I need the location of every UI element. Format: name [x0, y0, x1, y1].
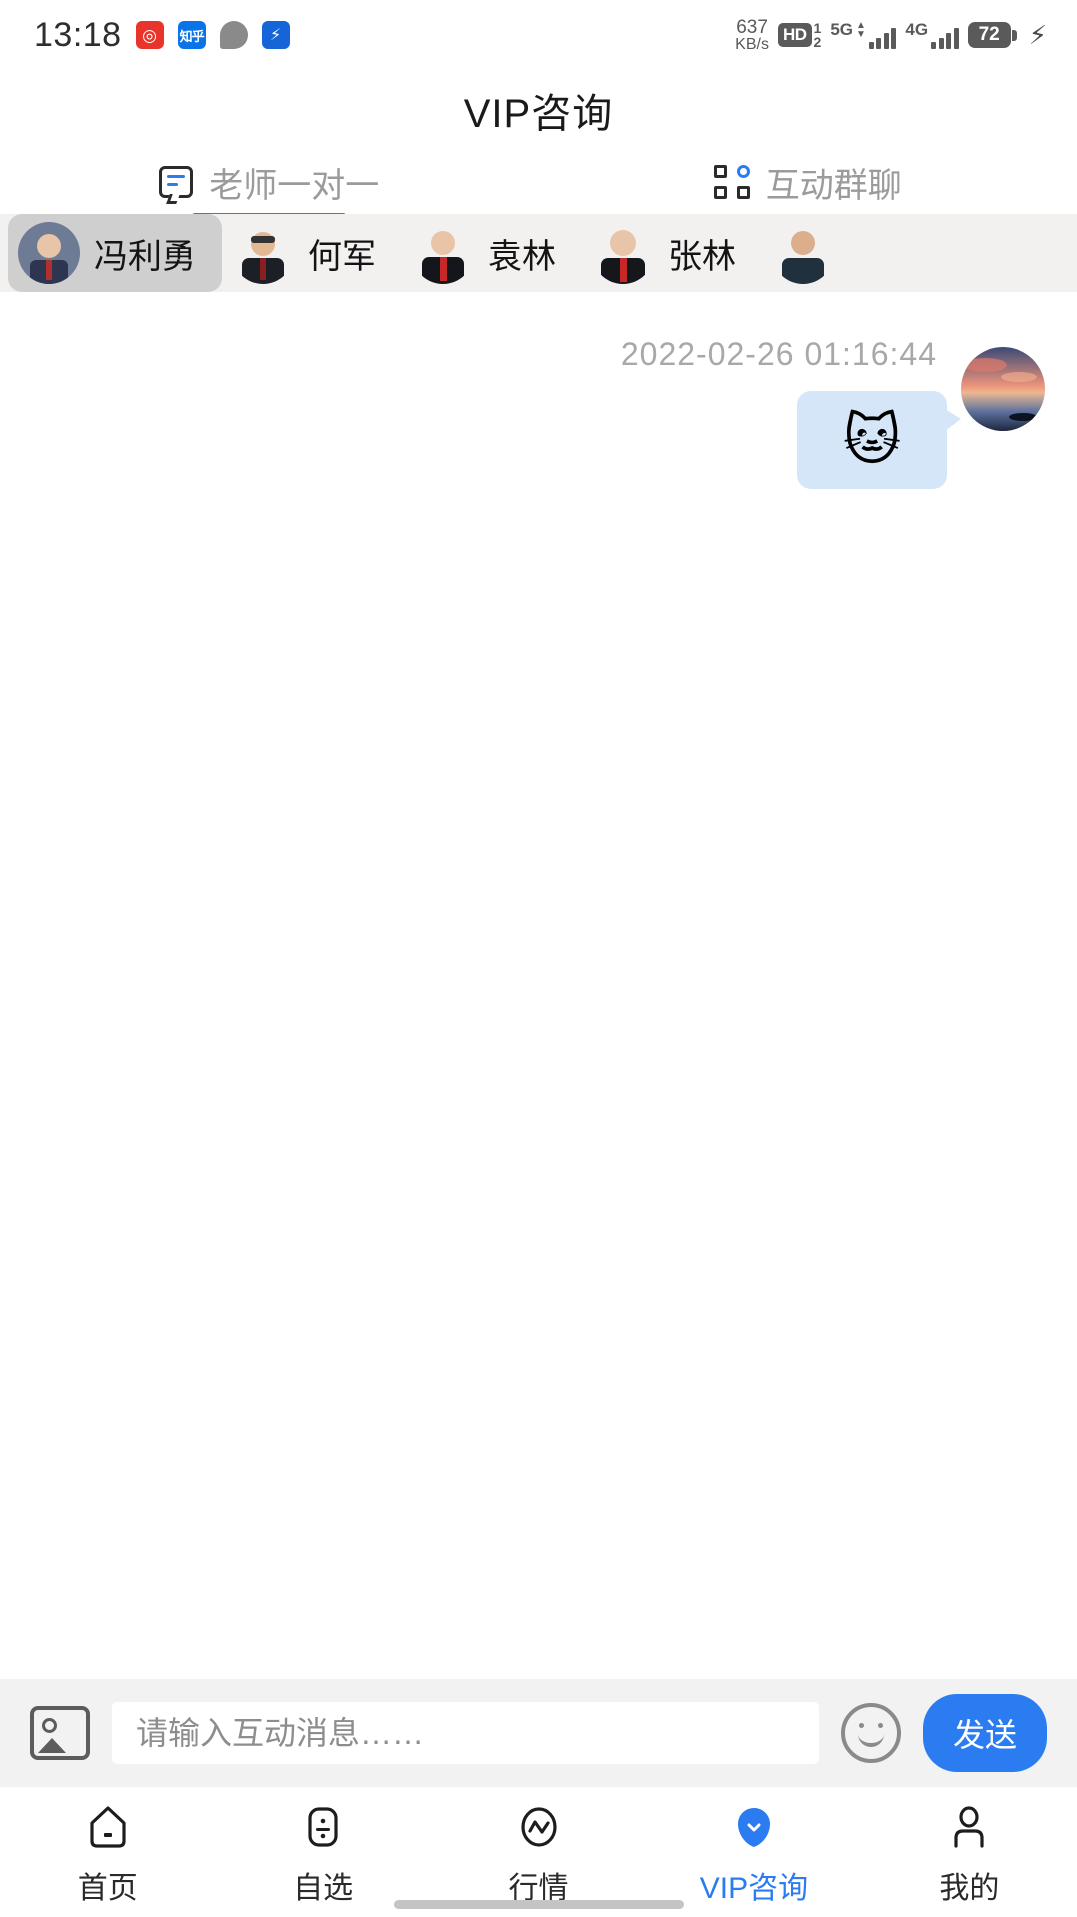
- tab-group-chat-label: 互动群聊: [765, 166, 902, 205]
- teacher-item-yuanlin[interactable]: 袁林: [402, 214, 582, 292]
- avatar: [772, 222, 834, 284]
- message-bubble[interactable]: 🐱: [797, 391, 961, 489]
- app-screen: 13:18 ◎ 知乎 ⚡ 637 KB/s HD 1 2 5G ▲ ▼ 4G 7…: [0, 0, 1077, 1917]
- teacher-name: 何军: [308, 237, 376, 276]
- signal-bars-5g-icon: [868, 27, 897, 49]
- page-header: VIP咨询: [0, 70, 1077, 150]
- nav-item-profile[interactable]: 我的: [862, 1803, 1077, 1907]
- vip-consult-icon: [730, 1803, 778, 1851]
- status-bar-right: 637 KB/s HD 1 2 5G ▲ ▼ 4G 72 ⚡: [735, 18, 1047, 53]
- tab-one-to-one-label: 老师一对一: [209, 166, 380, 205]
- nav-label-watchlist: 自选: [293, 1872, 354, 1905]
- teacher-item-partial[interactable]: [762, 214, 874, 292]
- zhihu-icon: 知乎: [177, 21, 206, 49]
- data-transfer-arrows-icon: ▲ ▼: [856, 20, 866, 40]
- bottom-navigation: 首页 自选 行情 VIP咨询 我的: [0, 1787, 1077, 1917]
- teacher-item-hejun[interactable]: 何军: [222, 214, 402, 292]
- hd-sim-indicator: 1 2: [814, 21, 822, 49]
- avatar: [232, 222, 294, 284]
- group-chat-icon: [713, 165, 750, 199]
- watchlist-icon: [299, 1803, 347, 1851]
- chat-message-list[interactable]: 2022-02-26 01:16:44 🐱: [0, 292, 1077, 1679]
- message-input-bar: 发送: [0, 1679, 1077, 1787]
- netease-music-glyph: ◎: [142, 25, 158, 45]
- avatar: [592, 222, 654, 284]
- avatar: [412, 222, 474, 284]
- tab-one-to-one[interactable]: 老师一对一: [0, 150, 539, 220]
- home-indicator: [393, 1900, 684, 1909]
- status-bar-clock: 13:18: [34, 15, 122, 54]
- teacher-item-zhanglin[interactable]: 张林: [582, 214, 762, 292]
- battery-icon: 72: [967, 22, 1017, 48]
- page-title: VIP咨询: [463, 92, 614, 136]
- nav-item-home[interactable]: 首页: [0, 1803, 215, 1907]
- profile-icon: [945, 1803, 993, 1851]
- nav-item-quotes[interactable]: 行情: [431, 1803, 646, 1907]
- message-timestamp: 2022-02-26 01:16:44: [620, 336, 937, 372]
- message-bubble-icon: [219, 21, 248, 49]
- message-emoji: 🐱: [842, 408, 902, 471]
- signal-4g-label: 4G: [905, 20, 929, 39]
- signal-5g: 5G ▲ ▼: [830, 20, 897, 49]
- teacher-item-fenglyong[interactable]: 冯利勇: [8, 214, 222, 292]
- teacher-selector-strip[interactable]: 冯利勇 何军 袁林 张林: [0, 214, 1077, 292]
- network-speed-value: 637: [736, 16, 768, 38]
- nav-item-watchlist[interactable]: 自选: [215, 1803, 430, 1907]
- emoji-smiley-icon[interactable]: [840, 1703, 901, 1763]
- netease-music-icon: ◎: [135, 21, 164, 49]
- hd-voice-icon: HD 1 2: [777, 21, 822, 49]
- message-line: 🐱: [797, 347, 1045, 489]
- home-icon: [84, 1803, 132, 1851]
- network-speed-unit: KB/s: [735, 35, 769, 53]
- tab-bar: 老师一对一 互动群聊: [0, 150, 1077, 220]
- hd-label: HD: [777, 23, 812, 47]
- teacher-name: 袁林: [488, 237, 556, 276]
- send-button[interactable]: 发送: [922, 1694, 1047, 1772]
- one-to-one-chat-icon: [159, 166, 194, 204]
- nav-label-home: 首页: [77, 1872, 138, 1905]
- avatar: [18, 222, 80, 284]
- nav-label-profile: 我的: [939, 1872, 1000, 1905]
- user-avatar[interactable]: [961, 347, 1045, 431]
- battery-tip: [1011, 29, 1017, 41]
- tab-group-chat[interactable]: 互动群聊: [539, 150, 1077, 214]
- hd-sim-bottom: 2: [813, 34, 822, 50]
- hd-sim-top: 1: [813, 20, 822, 36]
- teacher-name: 张林: [668, 237, 736, 276]
- nav-item-vip-consult[interactable]: VIP咨询: [646, 1803, 861, 1907]
- signal-bars-4g-icon: [931, 27, 959, 49]
- network-speed: 637 KB/s: [735, 18, 769, 53]
- teacher-name: 冯利勇: [94, 237, 196, 276]
- signal-5g-label: 5G: [830, 20, 853, 39]
- quotes-icon: [515, 1803, 563, 1851]
- chat-message: 2022-02-26 01:16:44 🐱: [0, 336, 1077, 489]
- flash-app-glyph: ⚡: [269, 27, 282, 44]
- flash-app-icon: ⚡: [261, 21, 290, 49]
- message-input[interactable]: [112, 1702, 819, 1764]
- nav-label-vip-consult: VIP咨询: [699, 1872, 809, 1905]
- image-picker-icon[interactable]: [30, 1706, 90, 1760]
- charging-bolt-icon: ⚡: [1028, 20, 1047, 50]
- status-bar-left: 13:18 ◎ 知乎 ⚡: [34, 16, 290, 55]
- battery-level: 72: [967, 22, 1011, 48]
- status-bar: 13:18 ◎ 知乎 ⚡ 637 KB/s HD 1 2 5G ▲ ▼ 4G 7…: [0, 0, 1077, 70]
- signal-4g: 4G: [905, 20, 959, 49]
- zhihu-glyph: 知乎: [179, 28, 205, 44]
